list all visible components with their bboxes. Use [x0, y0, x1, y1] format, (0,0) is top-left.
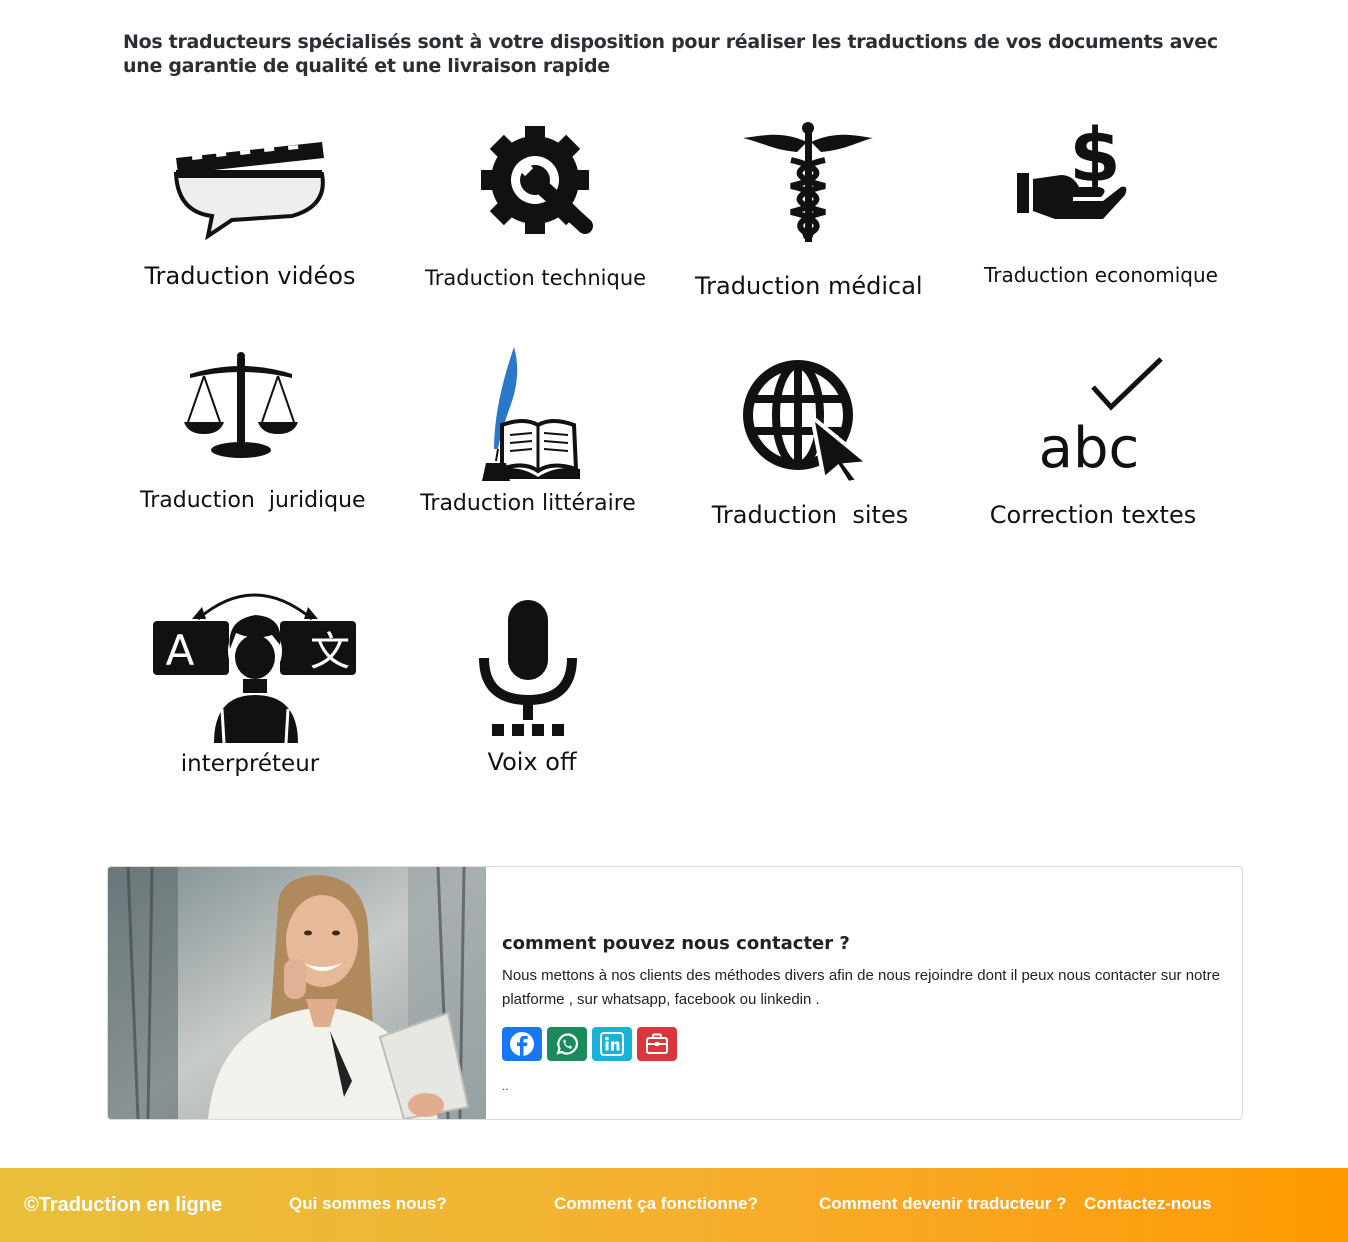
service-correction[interactable]: abc Correction textes	[985, 355, 1205, 535]
service-voiceover[interactable]: Voix off	[422, 598, 642, 783]
microphone-icon	[479, 600, 577, 736]
svg-text:abc: abc	[1039, 416, 1140, 473]
woman-phone-photo	[108, 867, 486, 1119]
footer-copyright: ©Traduction en ligne	[24, 1194, 223, 1216]
whatsapp-icon	[556, 1033, 579, 1055]
contact-title: comment pouvez nous contacter ?	[502, 933, 850, 954]
gear-wrench-icon	[481, 126, 593, 234]
facebook-button[interactable]	[502, 1027, 542, 1061]
contact-description: Nous mettons à nos clients des méthodes …	[502, 967, 1220, 1008]
service-label: Voix off	[487, 748, 577, 776]
service-label: Traduction littéraire	[420, 491, 636, 516]
service-label: Traduction juridique	[140, 488, 366, 513]
service-label: Traduction vidéos	[144, 262, 356, 290]
service-legal[interactable]: Traduction juridique	[140, 350, 366, 525]
footer-link-how-it-works[interactable]: Comment ça fonctionne?	[554, 1194, 758, 1214]
footer-link-about[interactable]: Qui sommes nous?	[289, 1194, 447, 1214]
svg-text:文: 文	[310, 629, 350, 675]
service-label: Correction textes	[989, 501, 1197, 529]
hand-dollar-icon: $	[1017, 115, 1127, 219]
quill-book-icon	[482, 347, 580, 481]
service-label: Traduction sites	[711, 501, 909, 529]
service-label: Traduction technique	[425, 266, 647, 290]
service-label: interpréteur	[180, 751, 320, 777]
service-label: Traduction médical	[695, 272, 923, 300]
whatsapp-button[interactable]	[547, 1027, 587, 1061]
linkedin-button[interactable]	[592, 1027, 632, 1061]
linkedin-icon	[600, 1032, 624, 1056]
scales-icon	[184, 352, 298, 458]
toolbox-icon	[646, 1033, 668, 1054]
facebook-icon	[510, 1032, 534, 1057]
service-medical[interactable]: Traduction médical	[695, 120, 925, 305]
video-clapper-speech-icon	[173, 142, 325, 240]
service-video[interactable]: Traduction vidéos	[140, 120, 360, 300]
abc-check-icon: abc	[1039, 357, 1163, 473]
footer-link-contact[interactable]: Contactez-nous	[1084, 1194, 1212, 1214]
contact-card: comment pouvez nous contacter ? Nous met…	[107, 866, 1243, 1120]
service-label: Traduction economique	[984, 263, 1218, 287]
footer: ©Traduction en ligne Qui sommes nous? Co…	[0, 1168, 1348, 1242]
service-technical[interactable]: Traduction technique	[425, 120, 647, 300]
service-websites[interactable]: Traduction sites	[700, 355, 920, 535]
service-economic[interactable]: $ Traduction economique	[984, 115, 1218, 295]
footer-link-become-translator[interactable]: Comment devenir traducteur ?	[819, 1194, 1067, 1214]
contact-dots: ..	[502, 1079, 509, 1093]
svg-text:A: A	[166, 626, 195, 675]
caduceus-icon	[743, 122, 873, 242]
toolbox-button[interactable]	[637, 1027, 677, 1061]
intro-text: Nos traducteurs spécialisés sont à votre…	[123, 31, 1218, 77]
service-interpreter[interactable]: A 文 interpréteur	[140, 585, 360, 785]
globe-cursor-icon	[743, 360, 872, 483]
service-literary[interactable]: Traduction littéraire	[420, 345, 640, 525]
social-buttons	[502, 1027, 677, 1061]
interpreter-icon: A 文	[153, 593, 356, 744]
